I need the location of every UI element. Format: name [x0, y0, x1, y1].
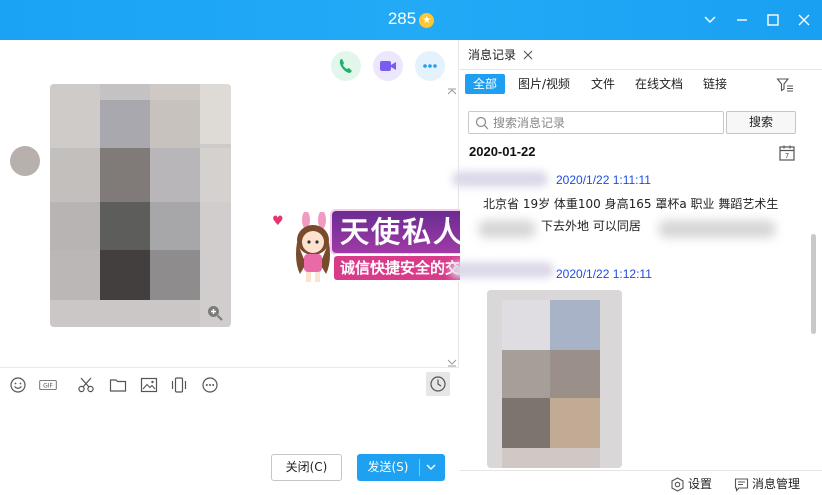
folder-icon[interactable]: [109, 376, 127, 394]
chat-image[interactable]: [50, 84, 231, 327]
message-manager-button[interactable]: 消息管理: [734, 475, 814, 493]
more-icon[interactable]: [201, 376, 219, 394]
scroll-up-icon[interactable]: [447, 84, 457, 95]
video-camera-icon: [380, 61, 396, 71]
svg-text:7: 7: [785, 152, 789, 160]
sender-name-blurred: [452, 171, 548, 187]
filter-all[interactable]: 全部: [465, 74, 506, 94]
gif-icon: GIF: [39, 380, 57, 390]
filter-files[interactable]: 文件: [591, 74, 615, 94]
message-line: 北京省 19岁 体重100 身高165 罩杯a 职业 舞蹈艺术生: [483, 197, 779, 211]
filter-online-docs[interactable]: 在线文档: [635, 74, 683, 94]
redacted-text: [658, 220, 776, 238]
emoji-icon[interactable]: [9, 376, 27, 394]
send-divider: [419, 459, 420, 476]
close-button[interactable]: 关闭(C): [271, 454, 342, 481]
tab-message-history[interactable]: 消息记录: [460, 40, 524, 70]
chat-message-area: [0, 40, 459, 367]
more-actions-button[interactable]: [415, 51, 445, 81]
video-call-button[interactable]: [373, 51, 403, 81]
history-image[interactable]: [487, 290, 622, 468]
date-header: 2020-01-22: [469, 144, 536, 159]
star-badge-icon: ★: [419, 13, 435, 28]
message-timestamp: 2020/1/22 1:12:11: [556, 267, 652, 281]
message-manage-icon: [734, 478, 749, 492]
gif-label: GIF: [43, 383, 53, 390]
ellipsis-icon: [423, 64, 437, 68]
chevron-down-icon[interactable]: [425, 463, 437, 472]
contact-name: 285: [387, 9, 417, 28]
message-input[interactable]: 关闭(C) 发送(S): [0, 399, 459, 495]
clock-icon: [430, 376, 446, 392]
compose-toolbar: GIF: [0, 367, 459, 399]
shake-icon[interactable]: [170, 376, 188, 394]
search-button[interactable]: 搜索: [726, 111, 796, 134]
chevron-down-icon[interactable]: [701, 11, 719, 29]
filter-images-videos[interactable]: 图片/视频: [518, 74, 570, 94]
history-search-box[interactable]: [468, 111, 724, 134]
window-title: 285 ★: [0, 9, 822, 29]
title-bar: 285 ★: [0, 0, 822, 40]
voice-call-button[interactable]: [331, 51, 361, 81]
history-tab-bar: 消息记录: [460, 40, 822, 70]
history-panel: 消息记录 全部 图片/视频 文件 在线文档 链接 搜索 2020-01-22 7…: [450, 40, 822, 495]
message-timestamp: 2020/1/22 1:11:11: [556, 173, 651, 187]
filter-icon[interactable]: [776, 76, 794, 94]
settings-button[interactable]: 设置: [670, 475, 730, 493]
minimize-icon[interactable]: [733, 11, 751, 29]
scissors-icon[interactable]: [77, 376, 95, 394]
gif-button[interactable]: GIF: [39, 376, 63, 394]
filter-links[interactable]: 链接: [703, 74, 727, 94]
history-footer: 设置 消息管理: [460, 470, 822, 495]
message-history-button[interactable]: [426, 372, 450, 396]
sender-name-blurred: [450, 262, 554, 278]
image-icon[interactable]: [140, 376, 158, 394]
close-tab-icon[interactable]: [523, 50, 533, 60]
close-icon[interactable]: [795, 11, 813, 29]
history-filters: 全部 图片/视频 文件 在线文档 链接: [460, 74, 822, 96]
redacted-text: [478, 220, 536, 238]
message-manager-label: 消息管理: [752, 477, 801, 491]
gear-icon: [671, 477, 684, 492]
zoom-in-icon[interactable]: [206, 304, 224, 322]
phone-icon: [339, 59, 352, 73]
send-label: 发送(S): [367, 460, 409, 474]
history-scrollbar[interactable]: [811, 234, 816, 334]
search-icon: [475, 116, 489, 130]
calendar-icon[interactable]: 7: [778, 144, 796, 162]
maximize-icon[interactable]: [764, 11, 782, 29]
send-button[interactable]: 发送(S): [357, 454, 445, 481]
avatar[interactable]: [10, 146, 40, 176]
scroll-down-icon[interactable]: [447, 356, 457, 367]
search-input[interactable]: [493, 114, 718, 131]
settings-label: 设置: [688, 477, 713, 491]
